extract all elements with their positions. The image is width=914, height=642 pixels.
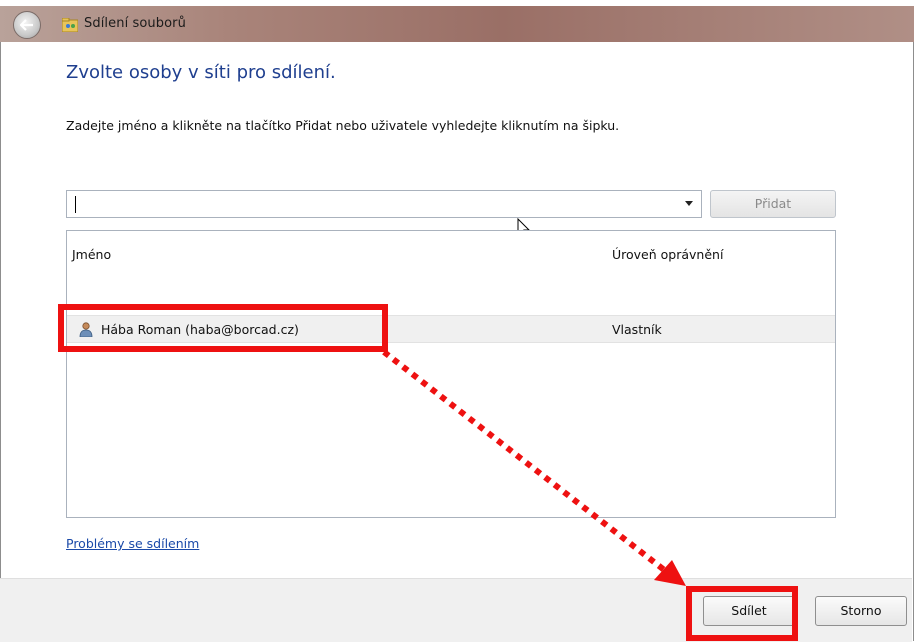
share-folder-icon (62, 18, 78, 32)
chevron-down-icon[interactable] (685, 201, 693, 206)
instruction-text: Zadejte jméno a klikněte na tlačítko Při… (66, 118, 620, 133)
dialog-heading: Zvolte osoby v síti pro sdílení. (66, 62, 336, 83)
column-header-name[interactable]: Jméno (72, 247, 111, 262)
name-combobox[interactable] (66, 190, 702, 218)
window-title: Sdílení souborů (84, 16, 186, 31)
row-permission[interactable]: Vlastník (612, 322, 662, 337)
annotation-highlight-user (58, 304, 388, 352)
back-button[interactable] (13, 11, 41, 39)
cancel-button[interactable]: Storno (815, 596, 907, 626)
annotation-highlight-share (686, 586, 798, 641)
add-button[interactable]: Přidat (710, 190, 836, 218)
list-header: Jméno Úroveň oprávnění (67, 231, 835, 265)
user-list[interactable]: Jméno Úroveň oprávnění Hába Roman (haba@… (66, 230, 836, 518)
name-input[interactable] (71, 194, 675, 216)
column-header-permission[interactable]: Úroveň oprávnění (612, 247, 723, 262)
sharing-problems-link[interactable]: Problémy se sdílením (66, 536, 199, 551)
text-caret (75, 196, 76, 213)
back-arrow-icon (20, 19, 33, 31)
title-bar: Sdílení souborů (0, 6, 914, 42)
